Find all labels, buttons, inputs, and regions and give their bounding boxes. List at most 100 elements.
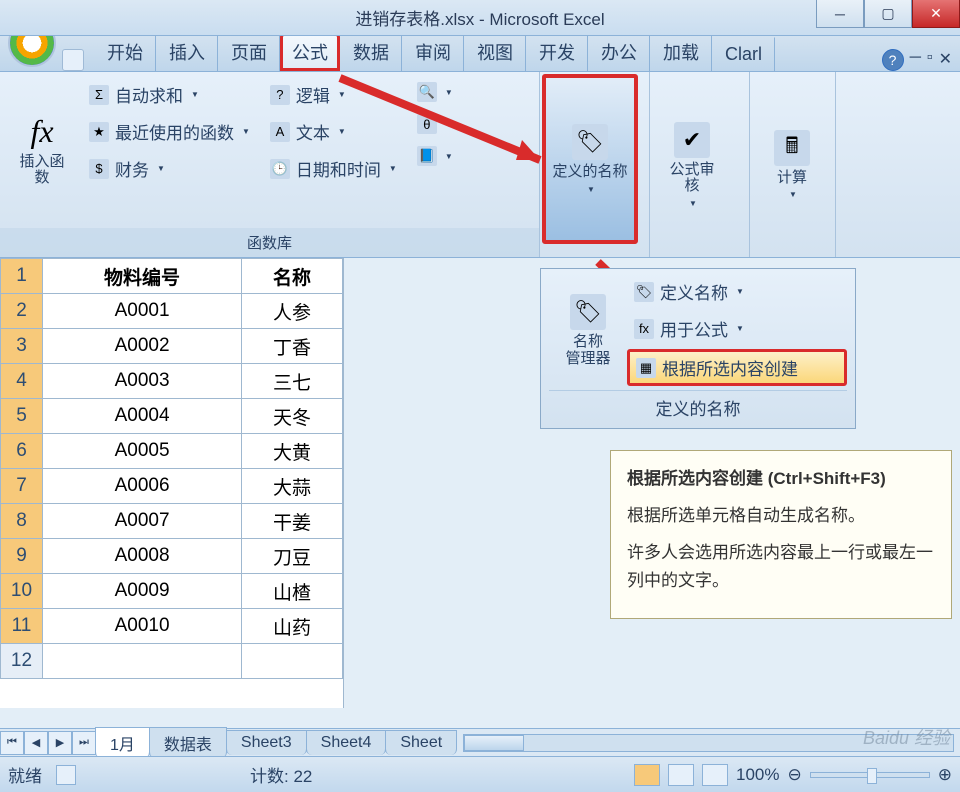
tab-view[interactable]: 视图 [464, 32, 526, 71]
datetime-button[interactable]: 🕒日期和时间▼ [263, 152, 404, 185]
last-sheet-button[interactable]: ⏭ [72, 731, 96, 755]
math-button[interactable]: θ▼ [410, 110, 460, 138]
first-sheet-button[interactable]: ⏮ [0, 731, 24, 755]
sheet-tab-4[interactable]: Sheet4 [306, 730, 387, 755]
sheet-tab-3[interactable]: Sheet3 [226, 730, 307, 755]
sheet-311[interactable]: Sheet [385, 730, 457, 755]
tab-dev[interactable]: 开发 [526, 32, 588, 71]
cell[interactable]: 三七 [242, 364, 343, 399]
cell[interactable]: A0004 [43, 399, 242, 434]
row-header-8[interactable]: 8 [1, 504, 43, 539]
cell[interactable]: 大黄 [242, 434, 343, 469]
defined-names-panel-label: 定义的名称 [549, 390, 847, 424]
close-button[interactable]: ✕ [912, 0, 960, 28]
cell[interactable]: A0009 [43, 574, 242, 609]
book-icon: 📘 [417, 146, 437, 166]
help-icon[interactable]: ? [882, 49, 904, 71]
insert-function-button[interactable]: fx 插入函数 [8, 78, 76, 222]
page-break-view-button[interactable] [702, 764, 728, 786]
lookup-button[interactable]: 🔍▼ [410, 78, 460, 106]
define-name-button[interactable]: 🏷定义名称▼ [627, 275, 847, 308]
zoom-slider-knob[interactable] [867, 768, 877, 784]
spreadsheet-grid[interactable]: 1 物料编号 名称 2A0001人参 3A0002丁香 4A0003三七 5A0… [0, 258, 344, 708]
cell[interactable]: 山药 [242, 609, 343, 644]
cell[interactable]: A0007 [43, 504, 242, 539]
logical-button[interactable]: ?逻辑▼ [263, 78, 404, 111]
cell[interactable] [43, 644, 242, 679]
row-header-12[interactable]: 12 [1, 644, 43, 679]
name-manager-button[interactable]: 🏷 名称 管理器 [549, 275, 627, 386]
qat-save-icon[interactable] [62, 49, 84, 71]
cell[interactable]: 山楂 [242, 574, 343, 609]
cell[interactable]: A0010 [43, 609, 242, 644]
lookup-icon: 🔍 [417, 82, 437, 102]
cell[interactable]: 天冬 [242, 399, 343, 434]
tab-formula[interactable]: 公式 [280, 33, 340, 71]
normal-view-button[interactable] [634, 764, 660, 786]
cell[interactable]: A0008 [43, 539, 242, 574]
cell[interactable]: 大蒜 [242, 469, 343, 504]
row-header-2[interactable]: 2 [1, 294, 43, 329]
create-icon: ▦ [636, 358, 656, 378]
row-header-3[interactable]: 3 [1, 329, 43, 364]
next-sheet-button[interactable]: ▶ [48, 731, 72, 755]
maximize-button[interactable]: ▢ [864, 0, 912, 28]
financial-button[interactable]: $财务▼ [82, 152, 257, 185]
ribbon-tabstrip: 开始 插入 页面 公式 数据 审阅 视图 开发 办公 加载 Clarl ? ─ … [0, 36, 960, 72]
sheet-tab-1month[interactable]: 1月 [95, 727, 150, 758]
zoom-slider[interactable] [810, 772, 930, 778]
tab-clari[interactable]: Clarl [712, 37, 775, 71]
cell[interactable]: A0003 [43, 364, 242, 399]
header-code[interactable]: 物料编号 [43, 259, 242, 294]
page-layout-view-button[interactable] [668, 764, 694, 786]
recent-functions-button[interactable]: ★最近使用的函数▼ [82, 115, 257, 148]
row-header-4[interactable]: 4 [1, 364, 43, 399]
macro-record-icon[interactable] [56, 765, 76, 785]
minimize-ribbon-button[interactable]: ─ [910, 49, 921, 71]
cell[interactable]: A0001 [43, 294, 242, 329]
tab-insert[interactable]: 插入 [156, 32, 218, 71]
cell[interactable]: A0006 [43, 469, 242, 504]
row-header-7[interactable]: 7 [1, 469, 43, 504]
name-tag-icon: 🏷 [572, 124, 608, 160]
minimize-button[interactable]: ─ [816, 0, 864, 28]
cell[interactable]: A0005 [43, 434, 242, 469]
row-header-5[interactable]: 5 [1, 399, 43, 434]
more-functions-button[interactable]: 📘▼ [410, 142, 460, 170]
cell[interactable]: A0002 [43, 329, 242, 364]
tab-addins[interactable]: 加载 [650, 32, 712, 71]
insert-function-label: 插入函数 [13, 154, 71, 187]
cell[interactable]: 人参 [242, 294, 343, 329]
row-header-6[interactable]: 6 [1, 434, 43, 469]
cell[interactable] [242, 644, 343, 679]
header-name[interactable]: 名称 [242, 259, 343, 294]
prev-sheet-button[interactable]: ◀ [24, 731, 48, 755]
sheet-tab-data[interactable]: 数据表 [149, 727, 227, 758]
zoom-in-button[interactable]: ⊕ [938, 765, 952, 785]
zoom-out-button[interactable]: ⊖ [788, 765, 802, 785]
tab-data[interactable]: 数据 [340, 32, 402, 71]
audit-icon: ✔ [674, 122, 710, 158]
sheet-tab-strip: ⏮ ◀ ▶ ⏭ 1月 数据表 Sheet3 Sheet4 Sheet [0, 728, 960, 756]
create-from-selection-button[interactable]: ▦根据所选内容创建 [627, 349, 847, 386]
text-button[interactable]: A文本▼ [263, 115, 404, 148]
calculation-button[interactable]: 🖩计算▼ [758, 78, 826, 251]
autosum-button[interactable]: Σ自动求和▼ [82, 78, 257, 111]
restore-down-button[interactable]: ▫ [927, 49, 933, 71]
row-header-9[interactable]: 9 [1, 539, 43, 574]
tab-page[interactable]: 页面 [218, 32, 280, 71]
tab-review[interactable]: 审阅 [402, 32, 464, 71]
tab-start[interactable]: 开始 [94, 32, 156, 71]
close-workbook-button[interactable]: ✕ [939, 49, 952, 71]
cell[interactable]: 刀豆 [242, 539, 343, 574]
formula-audit-button[interactable]: ✔公式审核▼ [658, 78, 726, 251]
row-header-1[interactable]: 1 [1, 259, 43, 294]
scrollbar-thumb[interactable] [464, 735, 524, 751]
cell[interactable]: 丁香 [242, 329, 343, 364]
tab-office[interactable]: 办公 [588, 32, 650, 71]
row-header-10[interactable]: 10 [1, 574, 43, 609]
use-in-formula-button[interactable]: fx用于公式▼ [627, 312, 847, 345]
cell[interactable]: 干姜 [242, 504, 343, 539]
defined-names-button[interactable]: 🏷 定义的名称 ▼ [542, 74, 638, 244]
row-header-11[interactable]: 11 [1, 609, 43, 644]
